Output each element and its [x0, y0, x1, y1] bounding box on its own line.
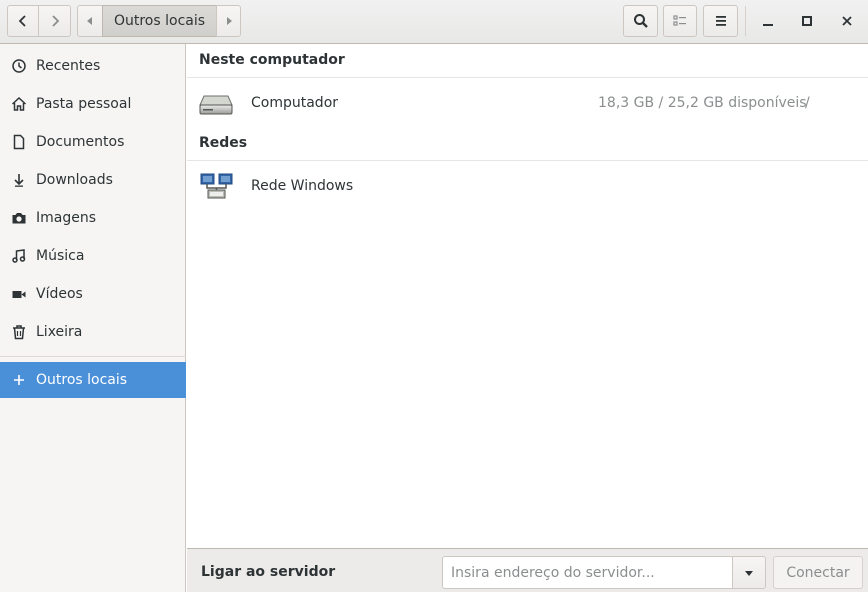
section-title-networks: Redes [199, 135, 248, 151]
path-right-icon [226, 17, 232, 25]
menu-icon [715, 16, 726, 26]
home-icon [11, 96, 27, 111]
connect-button-label: Conectar [786, 564, 850, 581]
connect-button[interactable]: Conectar [773, 556, 863, 589]
header-bar: Outros locais [0, 0, 868, 44]
back-button[interactable] [7, 5, 39, 37]
sidebar-item-other-locations[interactable]: Outros locais [0, 362, 186, 398]
chevron-down-icon [745, 570, 753, 576]
go-back-icon [18, 15, 26, 27]
windows-network-label: Rede Windows [251, 178, 354, 194]
search-button[interactable] [623, 5, 658, 37]
sidebar-item-label: Vídeos [36, 286, 83, 302]
computer-label: Computador [251, 95, 339, 111]
list-item-windows-network[interactable]: Rede Windows [187, 161, 868, 211]
connect-to-server-label: Ligar ao servidor [201, 564, 336, 580]
sidebar: Recentes Pasta pessoal Documentos Downlo… [0, 44, 186, 592]
trash-icon [13, 325, 25, 340]
maximize-icon [802, 16, 812, 26]
sidebar-item-label: Imagens [36, 210, 97, 226]
recent-servers-dropdown-button[interactable] [732, 556, 766, 589]
minimize-icon [763, 24, 773, 26]
computer-space-info: 18,3 GB / 25,2 GB disponíveis [598, 95, 807, 111]
drive-harddisk-icon [199, 95, 233, 115]
sidebar-item-home[interactable]: Pasta pessoal [0, 86, 186, 122]
sidebar-item-label: Downloads [36, 172, 113, 188]
sidebar-item-videos[interactable]: Vídeos [0, 276, 186, 312]
list-item-computer[interactable]: Computador 18,3 GB / 25,2 GB disponíveis… [187, 78, 868, 128]
places-view: Neste computador Computador 18,3 GB / 25… [187, 44, 868, 548]
document-icon [13, 134, 25, 150]
path-scroll-left-button[interactable] [77, 5, 103, 37]
sidebar-item-label: Pasta pessoal [36, 96, 132, 112]
video-icon [12, 291, 26, 298]
sidebar-item-label: Lixeira [36, 324, 83, 340]
network-workgroup-icon [200, 173, 233, 199]
sidebar-item-recent[interactable]: Recentes [0, 48, 186, 84]
section-title-computer: Neste computador [199, 52, 345, 68]
minimize-button[interactable] [754, 6, 782, 36]
sidebar-item-trash[interactable]: Lixeira [0, 314, 186, 350]
forward-button[interactable] [38, 5, 71, 37]
sidebar-separator [0, 356, 186, 357]
sidebar-item-documents[interactable]: Documentos [0, 124, 186, 160]
maximize-button[interactable] [793, 6, 821, 36]
path-crumb-other-locations[interactable]: Outros locais [102, 5, 217, 37]
plus-icon [14, 375, 24, 385]
header-separator [745, 6, 746, 36]
close-icon [842, 16, 852, 26]
sidebar-item-label: Documentos [36, 134, 125, 150]
sidebar-item-label: Música [36, 248, 85, 264]
connect-to-server-bar: Ligar ao servidor Conectar [187, 548, 868, 592]
sidebar-item-label: Outros locais [36, 372, 128, 388]
sidebar-item-label: Recentes [36, 58, 101, 74]
view-toggle-button[interactable] [663, 5, 697, 37]
camera-icon [12, 213, 26, 224]
menu-button[interactable] [703, 5, 738, 37]
server-address-input[interactable] [442, 556, 733, 589]
sidebar-item-pictures[interactable]: Imagens [0, 200, 186, 236]
download-icon [14, 174, 24, 187]
close-button[interactable] [833, 6, 861, 36]
view-list-icon [673, 15, 686, 26]
path-crumb-label: Outros locais [113, 13, 206, 29]
music-icon [12, 249, 26, 263]
clock-icon [12, 59, 26, 73]
path-left-icon [87, 17, 92, 25]
path-scroll-right-button[interactable] [216, 5, 241, 37]
computer-mount-path: / [805, 95, 810, 111]
row-gap [187, 128, 868, 129]
sidebar-item-music[interactable]: Música [0, 238, 186, 274]
go-forward-icon [51, 15, 59, 27]
search-icon [633, 14, 648, 28]
sidebar-item-downloads[interactable]: Downloads [0, 162, 186, 198]
